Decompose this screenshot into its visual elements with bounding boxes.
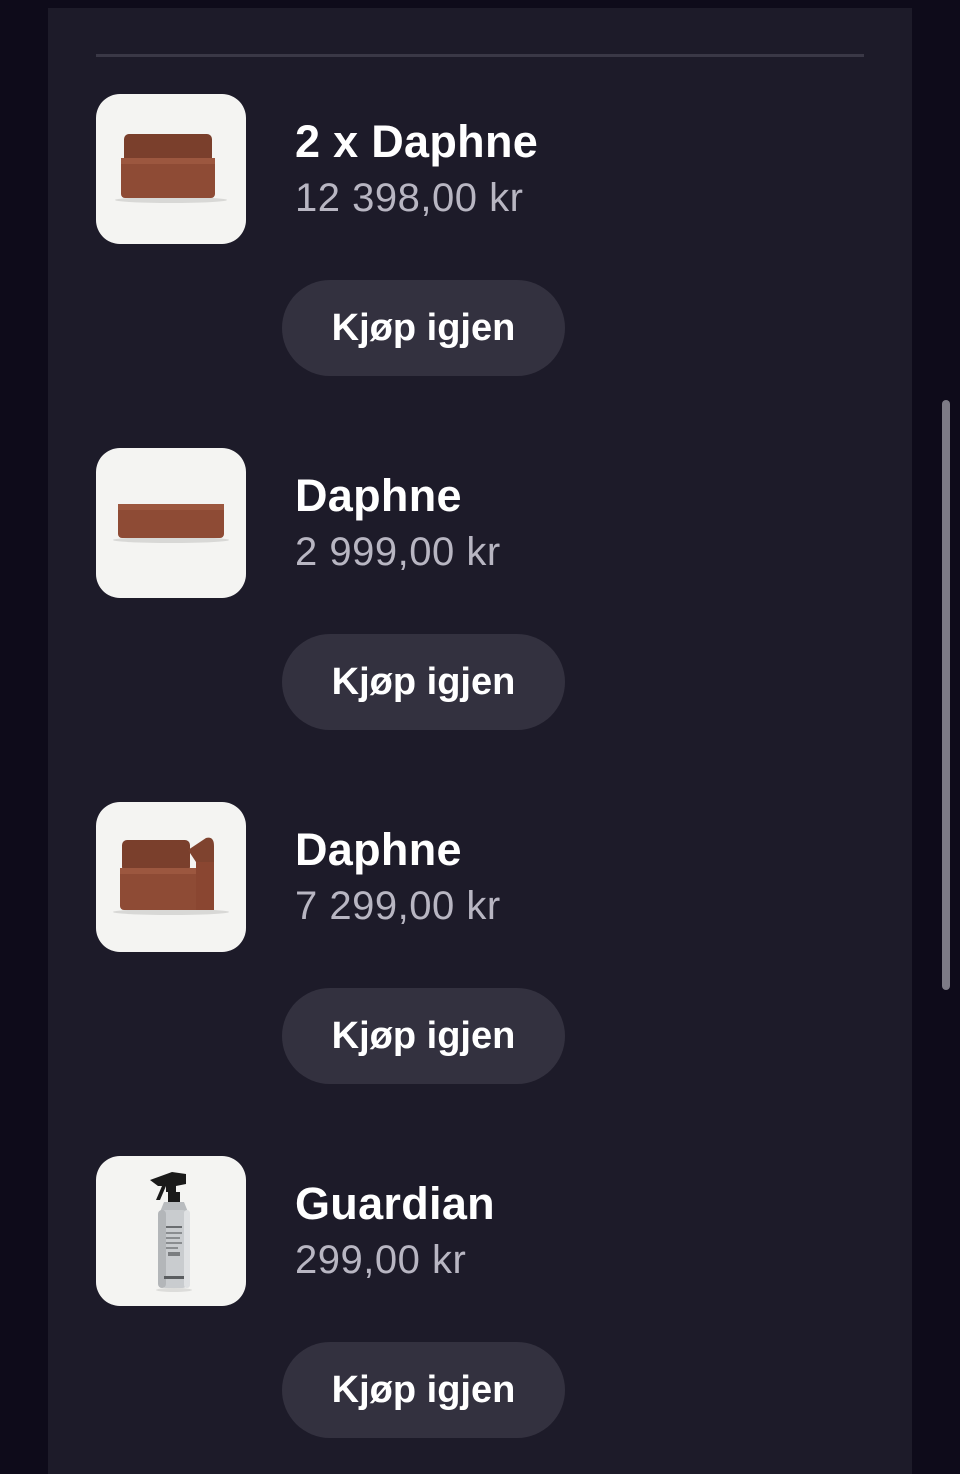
sofa-corner-module-image	[113, 837, 229, 915]
order-item: 2 x Daphne 12 398,00 kr Kjøp igjen	[96, 94, 616, 394]
sofa-armless-module-image	[115, 134, 227, 203]
buy-again-button[interactable]: Kjøp igjen	[282, 634, 565, 730]
buy-again-button[interactable]: Kjøp igjen	[282, 280, 565, 376]
ottoman-module-image	[113, 504, 229, 543]
product-name: Guardian	[295, 1178, 495, 1229]
product-price: 2 999,00 kr	[295, 530, 501, 574]
product-name: Daphne	[295, 470, 462, 521]
product-price: 7 299,00 kr	[295, 884, 501, 928]
product-name: Daphne	[295, 824, 462, 875]
scrollbar[interactable]	[942, 400, 950, 990]
product-price: 12 398,00 kr	[295, 176, 524, 220]
product-image[interactable]	[96, 802, 246, 952]
order-item: Guardian 299,00 kr Kjøp igjen	[96, 1156, 616, 1456]
divider	[96, 54, 864, 57]
product-name: 2 x Daphne	[295, 116, 539, 167]
buy-again-button[interactable]: Kjøp igjen	[282, 988, 565, 1084]
product-image[interactable]	[96, 448, 246, 598]
order-history-panel: 2 x Daphne 12 398,00 kr Kjøp igjen Daphn…	[48, 8, 912, 1474]
product-image[interactable]	[96, 1156, 246, 1306]
product-price: 299,00 kr	[295, 1238, 467, 1282]
order-item: Daphne 2 999,00 kr Kjøp igjen	[96, 448, 616, 748]
buy-again-button[interactable]: Kjøp igjen	[282, 1342, 565, 1438]
product-image[interactable]	[96, 94, 246, 244]
order-item: Daphne 7 299,00 kr Kjøp igjen	[96, 802, 616, 1102]
spray-bottle-image	[150, 1172, 192, 1292]
